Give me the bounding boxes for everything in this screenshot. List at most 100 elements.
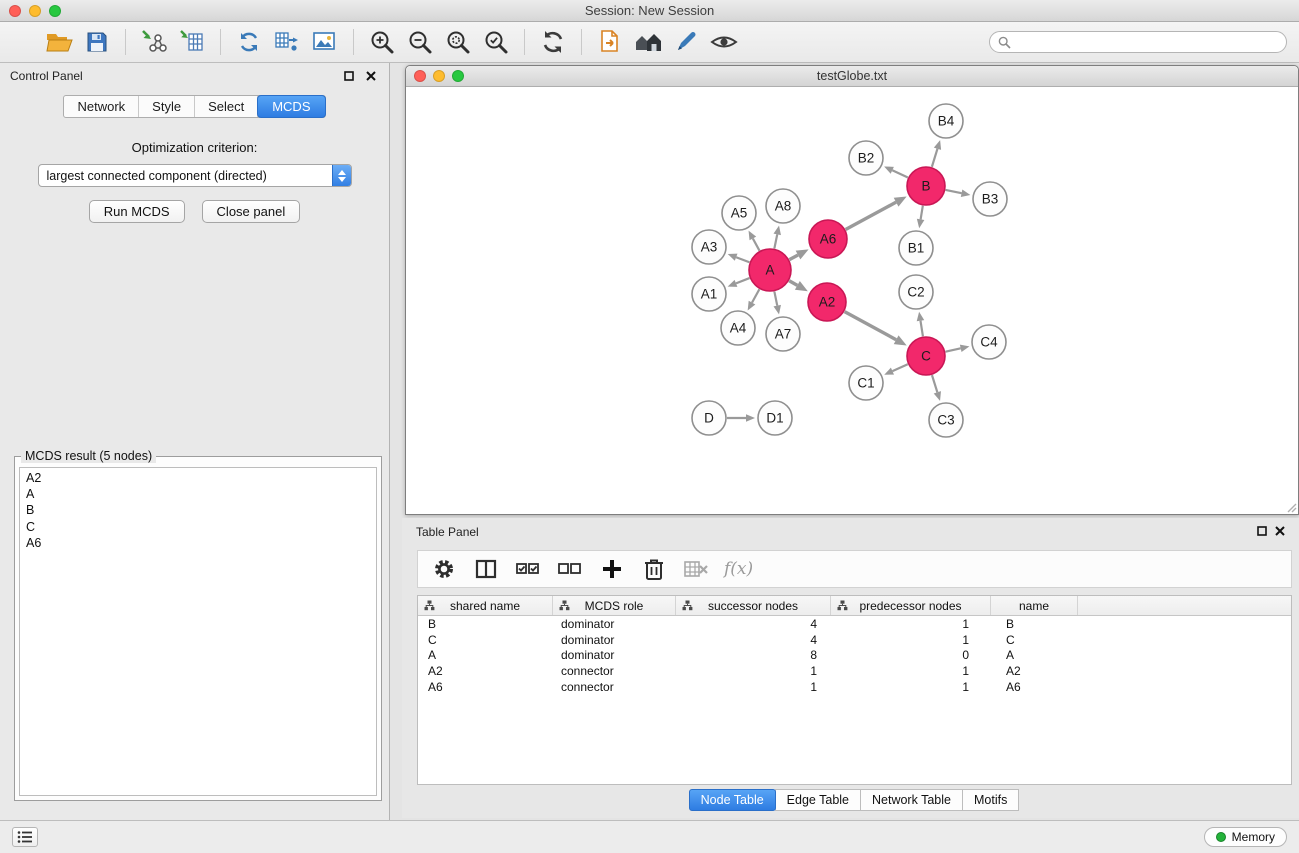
graph-edge[interactable] — [884, 364, 908, 375]
graph-node-B2[interactable]: B2 — [849, 141, 883, 175]
open-session-doc-button[interactable] — [591, 25, 629, 59]
graph-node-A2[interactable]: A2 — [808, 283, 846, 321]
open-session-button[interactable] — [40, 25, 78, 59]
table-row[interactable]: Bdominator41B — [418, 616, 1291, 632]
tab-network[interactable]: Network — [64, 96, 139, 117]
graph-node-A3[interactable]: A3 — [692, 230, 726, 264]
delete-rows-button[interactable] — [640, 555, 668, 583]
graph-node-C1[interactable]: C1 — [849, 366, 883, 400]
function-builder-button[interactable]: f(x) — [724, 555, 753, 583]
zoom-in-button[interactable] — [363, 25, 401, 59]
graph-node-B[interactable]: B — [907, 167, 945, 205]
network-canvas[interactable]: AA6A2BCA5A8A3A1A4A7B2B4B3B1C2C4C1C3DD1 — [406, 87, 1298, 514]
close-panel-button[interactable] — [363, 68, 379, 84]
graph-edge[interactable] — [748, 289, 760, 310]
graph-node-B1[interactable]: B1 — [899, 231, 933, 265]
float-panel-button[interactable] — [341, 68, 357, 84]
mcds-result-item[interactable]: A — [20, 486, 376, 502]
graph-edge[interactable] — [917, 312, 925, 336]
column-header-successor-nodes[interactable]: successor nodes — [676, 596, 831, 615]
network-window-titlebar[interactable]: testGlobe.txt — [406, 66, 1298, 87]
import-table-button[interactable] — [173, 25, 211, 59]
graph-node-C3[interactable]: C3 — [929, 403, 963, 437]
import-network-button[interactable] — [135, 25, 173, 59]
maximize-window-button[interactable] — [49, 5, 61, 17]
network-from-table-button[interactable] — [268, 25, 306, 59]
export-image-button[interactable] — [306, 25, 344, 59]
graph-node-A8[interactable]: A8 — [766, 189, 800, 223]
graph-edge[interactable] — [728, 278, 750, 287]
network-close-button[interactable] — [414, 70, 426, 82]
tab-motifs[interactable]: Motifs — [962, 789, 1019, 811]
clone-network-button[interactable] — [230, 25, 268, 59]
graph-edge[interactable] — [884, 166, 908, 177]
network-maximize-button[interactable] — [452, 70, 464, 82]
table-row[interactable]: Cdominator41C — [418, 632, 1291, 648]
tab-mcds[interactable]: MCDS — [257, 95, 325, 118]
select-all-rows-button[interactable] — [514, 555, 542, 583]
run-mcds-button[interactable]: Run MCDS — [89, 200, 185, 223]
graph-node-B4[interactable]: B4 — [929, 104, 963, 138]
graph-node-C2[interactable]: C2 — [899, 275, 933, 309]
search-input[interactable] — [1016, 35, 1278, 49]
column-header-mcds-role[interactable]: MCDS role — [553, 596, 676, 615]
column-header-predecessor-nodes[interactable]: predecessor nodes — [831, 596, 991, 615]
graph-edge[interactable] — [845, 312, 907, 346]
column-header-shared-name[interactable]: shared name — [418, 596, 553, 615]
graph-edge[interactable] — [917, 206, 925, 229]
memory-button[interactable]: Memory — [1204, 827, 1287, 847]
table-row[interactable]: A2connector11A2 — [418, 663, 1291, 679]
graph-edge[interactable] — [932, 375, 941, 401]
mcds-result-list[interactable]: A2ABCA6 — [19, 467, 377, 796]
save-session-button[interactable] — [78, 25, 116, 59]
minimize-window-button[interactable] — [29, 5, 41, 17]
graph-node-C4[interactable]: C4 — [972, 325, 1006, 359]
mcds-result-item[interactable]: A6 — [20, 535, 376, 551]
tab-select[interactable]: Select — [195, 96, 258, 117]
network-minimize-button[interactable] — [433, 70, 445, 82]
graph-edge[interactable] — [789, 281, 808, 291]
search-box[interactable] — [989, 31, 1287, 53]
apply-style-button[interactable] — [667, 25, 705, 59]
add-row-button[interactable] — [598, 555, 626, 583]
column-header-name[interactable]: name — [991, 596, 1078, 615]
graph-edge[interactable] — [946, 345, 970, 352]
graph-edge[interactable] — [846, 196, 907, 229]
table-row[interactable]: Adominator80A — [418, 648, 1291, 664]
graph-node-A5[interactable]: A5 — [722, 196, 756, 230]
split-column-button[interactable] — [472, 555, 500, 583]
unselect-all-rows-button[interactable] — [556, 555, 584, 583]
graph-node-A7[interactable]: A7 — [766, 317, 800, 351]
zoom-selected-button[interactable] — [477, 25, 515, 59]
graph-edge[interactable] — [727, 414, 755, 422]
resize-grip-icon[interactable] — [1285, 501, 1297, 513]
graph-edge[interactable] — [774, 292, 781, 315]
close-table-panel-button[interactable] — [1275, 525, 1285, 539]
graph-edge[interactable] — [946, 190, 971, 197]
graph-node-A[interactable]: A — [749, 249, 791, 291]
mcds-result-item[interactable]: C — [20, 519, 376, 535]
tab-edge-table[interactable]: Edge Table — [775, 789, 861, 811]
mcds-result-item[interactable]: B — [20, 502, 376, 518]
graph-edge[interactable] — [932, 140, 941, 167]
graph-node-D1[interactable]: D1 — [758, 401, 792, 435]
mcds-result-item[interactable]: A2 — [20, 470, 376, 486]
close-window-button[interactable] — [9, 5, 21, 17]
graph-node-B3[interactable]: B3 — [973, 182, 1007, 216]
graph-edge[interactable] — [749, 231, 760, 251]
apply-layout-button[interactable] — [534, 25, 572, 59]
show-graphics-button[interactable] — [705, 25, 743, 59]
zoom-fit-button[interactable] — [439, 25, 477, 59]
graph-node-A1[interactable]: A1 — [692, 277, 726, 311]
optimization-criterion-select[interactable]: largest connected component (directed) — [38, 164, 352, 187]
table-row[interactable]: A6connector11A6 — [418, 679, 1291, 695]
graph-edge[interactable] — [728, 254, 750, 263]
graph-node-D[interactable]: D — [692, 401, 726, 435]
home-view-button[interactable] — [629, 25, 667, 59]
tab-network-table[interactable]: Network Table — [860, 789, 963, 811]
table-settings-button[interactable] — [430, 555, 458, 583]
graph-node-C[interactable]: C — [907, 337, 945, 375]
delete-column-button[interactable] — [682, 555, 710, 583]
tab-node-table[interactable]: Node Table — [689, 789, 776, 811]
zoom-out-button[interactable] — [401, 25, 439, 59]
